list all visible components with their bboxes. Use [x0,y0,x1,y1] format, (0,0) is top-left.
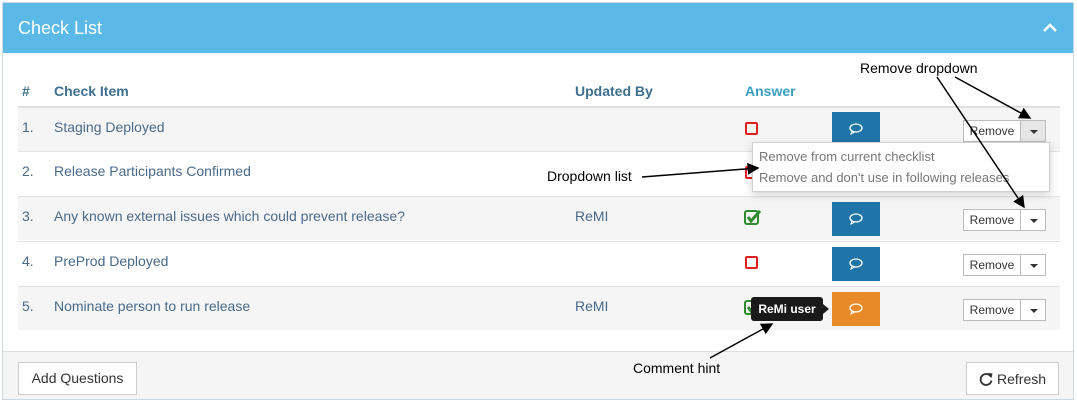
panel-footer: Add Questions Refresh [3,351,1073,399]
updated-by-label: ReMI [575,298,609,314]
row-number: 3. [22,208,34,224]
remove-dropdown-toggle[interactable] [1020,120,1046,142]
check-item-label: PreProd Deployed [54,253,169,269]
header-updated-by: Updated By [575,83,653,99]
checked-checkbox-icon[interactable] [744,209,761,226]
check-item-label: Staging Deployed [54,119,165,135]
header-check-item: Check Item [54,83,129,99]
annotation-dropdown-list: Dropdown list [547,168,632,184]
comment-button[interactable] [832,112,880,146]
remove-dropdown-toggle[interactable] [1020,209,1046,231]
remove-dropdown-toggle[interactable] [1020,299,1046,321]
remove-button[interactable]: Remove [963,120,1021,142]
remove-dropdown-toggle[interactable] [1020,254,1046,276]
panel-title: Check List [18,18,103,38]
chevron-up-icon[interactable] [1043,23,1057,33]
dropdown-item-remove-current[interactable]: Remove from current checklist [759,149,935,164]
check-item-label: Release Participants Confirmed [54,163,251,179]
row-number: 4. [22,253,34,269]
comment-button[interactable] [832,247,880,281]
remove-button[interactable]: Remove [963,209,1021,231]
table-row: 5. Nominate person to run release ReMI R… [18,286,1060,330]
answer-checkbox[interactable] [745,122,758,135]
annotation-comment-hint: Comment hint [633,360,721,376]
comment-icon [849,123,863,135]
remove-button[interactable]: Remove [963,299,1021,321]
refresh-button[interactable]: Refresh [966,362,1059,395]
comment-icon [849,213,863,225]
caret-down-icon [1030,264,1038,268]
annotation-remove-dropdown: Remove dropdown [860,60,978,76]
comment-icon [849,258,863,270]
dropdown-item-remove-future[interactable]: Remove and don't use in following releas… [759,170,1009,185]
table-row: 4. PreProd Deployed Remove [18,241,1060,285]
refresh-icon [979,373,993,386]
row-number: 5. [22,298,34,314]
caret-down-icon [1030,219,1038,223]
remove-dropdown-menu: Remove from current checklist Remove and… [752,142,1050,192]
comment-button[interactable] [832,292,880,326]
caret-down-icon [1030,309,1038,313]
answer-checkbox[interactable] [745,256,758,269]
tooltip-arrow [823,304,829,314]
check-item-label: Nominate person to run release [54,298,251,314]
table-row: 3. Any known external issues which could… [18,196,1060,240]
add-questions-button[interactable]: Add Questions [18,362,137,395]
comment-icon [849,303,863,315]
row-number: 2. [22,163,34,179]
header-answer: Answer [745,83,796,99]
row-number: 1. [22,119,34,135]
caret-down-icon [1030,130,1038,134]
comment-tooltip: ReMi user [751,297,823,321]
updated-by-label: ReMI [575,208,609,224]
header-num: # [22,83,30,99]
refresh-label: Refresh [997,371,1047,387]
comment-button[interactable] [832,202,880,236]
check-item-label: Any known external issues which could pr… [54,208,405,224]
remove-button[interactable]: Remove [963,254,1021,276]
panel-header: Check List [3,3,1073,53]
